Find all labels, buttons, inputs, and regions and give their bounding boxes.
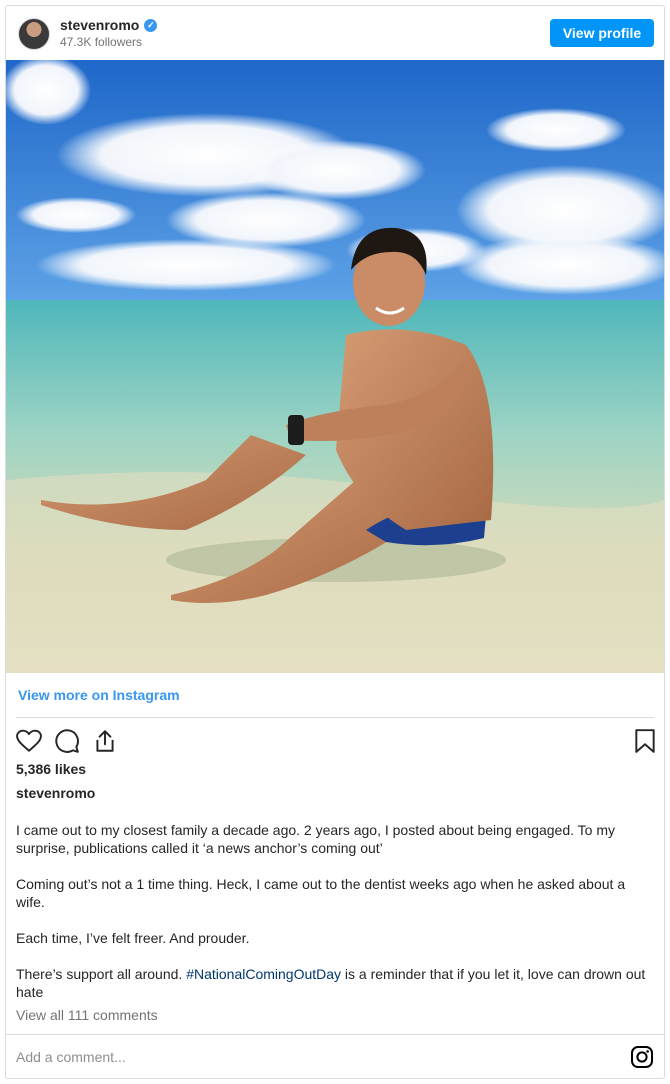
share-icon[interactable] [92, 728, 118, 754]
hashtag-link[interactable]: #NationalComingOutDay [186, 966, 341, 982]
comment-icon[interactable] [54, 728, 80, 754]
username-row: stevenromo ✓ [60, 17, 158, 33]
divider [16, 717, 654, 718]
caption-paragraph: I came out to my closest family a decade… [16, 822, 615, 856]
caption-paragraph: There’s support all around. #NationalCom… [16, 965, 656, 1001]
followers-count: 47.3K followers [60, 35, 143, 49]
action-bar [16, 728, 656, 754]
caption-paragraph: Each time, I’ve felt freer. And prouder. [16, 930, 250, 946]
instagram-logo-icon[interactable] [630, 1045, 654, 1069]
verified-badge-icon: ✓ [144, 18, 158, 32]
add-comment-input[interactable] [16, 1046, 606, 1068]
instagram-embed-card: stevenromo ✓ 47.3K followers View profil… [5, 5, 665, 1079]
caption-text: I came out to my closest family a decade… [16, 821, 656, 1001]
divider [6, 1034, 664, 1035]
avatar[interactable] [18, 18, 50, 50]
post-photo[interactable] [6, 60, 664, 673]
caption-username[interactable]: stevenromo [16, 785, 95, 801]
caption-text-segment: There’s support all around. [16, 966, 187, 982]
view-all-comments-link[interactable]: View all 111 comments [16, 1007, 158, 1023]
view-profile-button[interactable]: View profile [550, 19, 654, 47]
beach-photo [6, 60, 664, 673]
username-link[interactable]: stevenromo [60, 17, 139, 33]
heart-icon[interactable] [16, 728, 42, 754]
bookmark-icon[interactable] [632, 728, 658, 754]
post-header: stevenromo ✓ 47.3K followers View profil… [6, 6, 664, 60]
view-more-on-instagram-link[interactable]: View more on Instagram [18, 687, 180, 703]
caption-paragraph: Coming out’s not a 1 time thing. Heck, I… [16, 876, 626, 910]
likes-count[interactable]: 5,386 likes [16, 761, 86, 777]
